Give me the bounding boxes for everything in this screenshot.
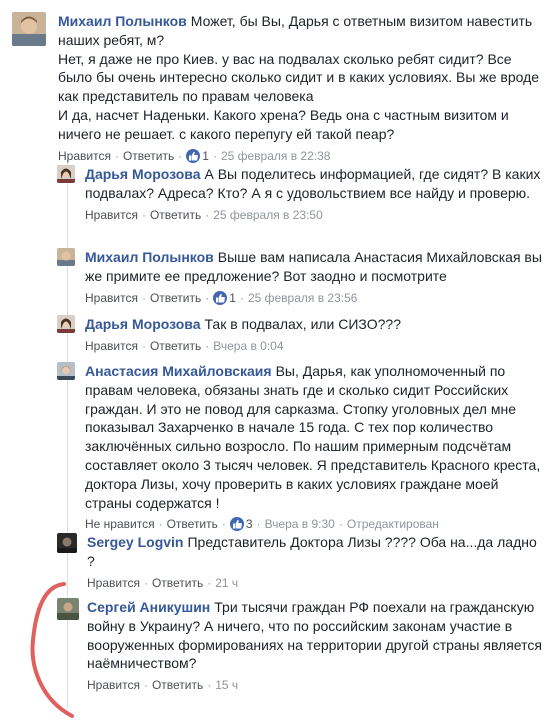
like-button[interactable]: Нравится	[85, 339, 138, 353]
author-name-link[interactable]: Дарья Морозова	[85, 316, 200, 332]
person-photo-icon	[57, 598, 79, 620]
reply-button[interactable]: Ответить	[150, 339, 201, 353]
separator-dot: ·	[256, 517, 261, 532]
like-icon[interactable]	[229, 517, 244, 532]
person-photo-icon	[57, 362, 75, 380]
avatar[interactable]	[57, 362, 75, 380]
separator-dot: ·	[114, 148, 119, 163]
separator-dot: ·	[158, 517, 163, 532]
author-name-link[interactable]: Михаил Полынков	[58, 13, 187, 29]
comment-text: Дарья Морозова Так в подвалах, или СИЗО??…	[85, 315, 543, 334]
person-photo-icon	[57, 248, 75, 266]
reply-button[interactable]: Ответить	[152, 678, 203, 692]
person-photo-icon	[57, 165, 75, 183]
comment-mikhail-polynkov-1: Михаил Полынков Может, бы Вы, Дарья с отв…	[12, 12, 542, 164]
like-icon[interactable]	[186, 148, 201, 163]
reply-button[interactable]: Ответить	[167, 517, 218, 531]
avatar[interactable]	[12, 12, 46, 46]
comment-actions: Нравится · Ответить · 1 · 25 февраля в 23:56	[85, 290, 543, 306]
person-photo-icon	[12, 12, 46, 46]
avatar[interactable]	[57, 315, 75, 333]
unlike-button[interactable]: Не нравится	[85, 517, 155, 531]
separator-dot: ·	[205, 338, 210, 353]
reply-anastasia-mikhailovskaya: Анастасия Михайловскаия Вы, Дарья, как уп…	[57, 362, 543, 532]
separator-dot: ·	[141, 290, 146, 305]
timestamp-link[interactable]: 21 ч	[215, 576, 238, 590]
author-name-link[interactable]: Анастасия Михайловскаия	[85, 363, 272, 379]
reply-button[interactable]: Ответить	[152, 576, 203, 590]
separator-dot: ·	[141, 207, 146, 222]
comment-text: Сергей Аникушин Три тысячи граждан РФ пое…	[87, 598, 543, 673]
timestamp-link[interactable]: Вчера в 9:30	[265, 517, 335, 531]
comment-text: Михаил Полынков Выше вам написала Анастас…	[85, 248, 543, 286]
reply-button[interactable]: Ответить	[150, 291, 201, 305]
avatar[interactable]	[57, 165, 75, 183]
author-name-link[interactable]: Дарья Морозова	[85, 166, 200, 182]
avatar[interactable]	[57, 598, 79, 620]
comment-text: Михаил Полынков Может, бы Вы, Дарья с отв…	[58, 12, 542, 144]
comment-text: Анастасия Михайловскаия Вы, Дарья, как уп…	[85, 362, 543, 512]
comment-actions: Нравится · Ответить · 21 ч	[87, 575, 543, 591]
comment-actions: Нравится · Ответить · 1 · 25 февраля в 22:38	[58, 148, 542, 164]
comment-text: Дарья Морозова А Вы поделитесь информацие…	[85, 165, 543, 203]
timestamp-link[interactable]: 25 февраля в 23:56	[248, 291, 358, 305]
comment-text: Sergey Logvin Представитель Доктора Лизы …	[87, 533, 543, 571]
like-button[interactable]: Нравится	[85, 208, 138, 222]
reaction-count[interactable]: 1	[229, 291, 236, 305]
person-photo-icon	[57, 315, 75, 333]
comment-actions: Нравится · Ответить · Вчера в 0:04	[85, 338, 543, 354]
timestamp-link[interactable]: 25 февраля в 22:38	[221, 149, 331, 163]
separator-dot: ·	[205, 207, 210, 222]
author-name-link[interactable]: Михаил Полынков	[85, 249, 214, 265]
person-photo-icon	[57, 533, 77, 553]
separator-dot: ·	[338, 517, 343, 532]
separator-dot: ·	[207, 575, 212, 590]
separator-dot: ·	[221, 517, 226, 532]
reply-button[interactable]: Ответить	[123, 149, 174, 163]
separator-dot: ·	[141, 338, 146, 353]
timestamp-link[interactable]: Вчера в 0:04	[213, 339, 283, 353]
reaction-count[interactable]: 3	[246, 517, 253, 531]
like-button[interactable]: Нравится	[85, 291, 138, 305]
separator-dot: ·	[143, 678, 148, 693]
comment-actions: Нравится · Ответить · 25 февраля в 23:50	[85, 207, 543, 223]
reply-mikhail-polynkov-2: Михаил Полынков Выше вам написала Анастас…	[57, 248, 543, 306]
reply-darya-morozova-2: Дарья Морозова Так в подвалах, или СИЗО??…	[57, 315, 543, 355]
separator-dot: ·	[143, 575, 148, 590]
comment-paragraph: И да, насчет Наденьки. Какого хрена? Вед…	[58, 106, 509, 142]
like-button[interactable]: Нравится	[87, 678, 140, 692]
reply-sergey-logvin: Sergey Logvin Представитель Доктора Лизы …	[57, 533, 543, 593]
separator-dot: ·	[239, 290, 244, 305]
separator-dot: ·	[207, 678, 212, 693]
reply-sergey-anikushin: Сергей Аникушин Три тысячи граждан РФ пое…	[57, 598, 543, 693]
avatar[interactable]	[57, 248, 75, 266]
timestamp-link[interactable]: 15 ч	[215, 678, 238, 692]
comment-actions: Нравится · Ответить · 15 ч	[87, 677, 543, 693]
reaction-count[interactable]: 1	[202, 149, 209, 163]
author-name-link[interactable]: Sergey Logvin	[87, 534, 183, 550]
avatar[interactable]	[57, 533, 77, 553]
separator-dot: ·	[205, 290, 210, 305]
like-button[interactable]: Нравится	[87, 576, 140, 590]
comment-actions: Не нравится · Ответить · 3 · Вчера в 9:30 · Отре…	[85, 516, 543, 532]
comment-paragraph: Нет, я даже не про Киев. у вас на подвал…	[58, 50, 540, 105]
comment-paragraph: Вы, Дарья, как уполномоченный по правам …	[85, 363, 541, 511]
separator-dot: ·	[178, 148, 183, 163]
separator-dot: ·	[212, 148, 217, 163]
timestamp-link[interactable]: 25 февраля в 23:50	[213, 208, 323, 222]
comment-paragraph: Так в подвалах, или СИЗО???	[204, 316, 401, 332]
reply-button[interactable]: Ответить	[150, 208, 201, 222]
like-icon[interactable]	[213, 290, 228, 305]
reply-darya-morozova-1: Дарья Морозова А Вы поделитесь информацие…	[57, 165, 543, 240]
like-button[interactable]: Нравится	[58, 149, 111, 163]
author-name-link[interactable]: Сергей Аникушин	[87, 599, 210, 615]
edited-label[interactable]: Отредактирован	[347, 517, 439, 531]
